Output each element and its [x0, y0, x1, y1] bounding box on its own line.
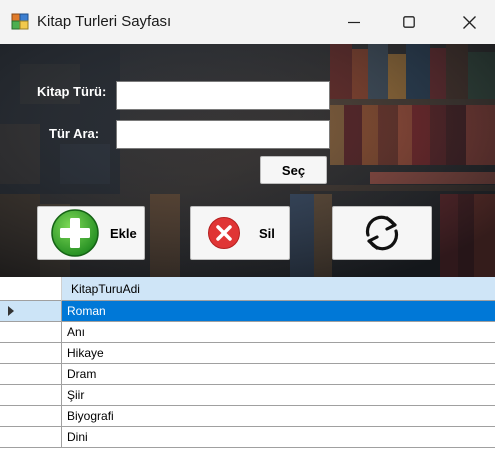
- column-header-kitapturuadi[interactable]: KitapTuruAdi: [62, 277, 495, 301]
- table-cell-kitapturuadi[interactable]: Dram: [62, 364, 495, 385]
- sil-button[interactable]: Sil: [190, 206, 290, 260]
- plus-circle-icon: [51, 209, 99, 257]
- current-row-arrow-icon: [8, 306, 14, 316]
- row-header[interactable]: [0, 406, 62, 427]
- table-cell-kitapturuadi[interactable]: Şiir: [62, 385, 495, 406]
- app-icon: [11, 13, 29, 30]
- table-row[interactable]: Dram: [0, 364, 495, 385]
- sec-button-label: Seç: [281, 162, 306, 178]
- table-cell-kitapturuadi[interactable]: Roman: [62, 301, 495, 322]
- kitap-turleri-grid[interactable]: KitapTuruAdi Roman Anı Hikaye Dram Şiir Biyog…: [0, 277, 495, 455]
- minimize-button[interactable]: [331, 0, 377, 44]
- table-row[interactable]: Şiir: [0, 385, 495, 406]
- main-window: Kitap Turleri Sayfası Kitap Türü: Tür Ar…: [0, 0, 495, 455]
- row-header[interactable]: [0, 343, 62, 364]
- table-cell-kitapturuadi[interactable]: Dini: [62, 427, 495, 448]
- window-title: Kitap Turleri Sayfası: [37, 13, 172, 30]
- title-bar: Kitap Turleri Sayfası: [0, 0, 495, 44]
- refresh-icon: [365, 215, 399, 251]
- table-row[interactable]: Anı: [0, 322, 495, 343]
- x-circle-icon: [208, 217, 240, 249]
- kitap-turu-input[interactable]: [116, 81, 330, 110]
- maximize-button[interactable]: [386, 0, 432, 44]
- tur-ara-label: Tür Ara:: [49, 126, 100, 141]
- minimize-icon: [348, 21, 360, 24]
- table-cell-kitapturuadi[interactable]: Anı: [62, 322, 495, 343]
- close-button[interactable]: [446, 0, 492, 44]
- form-panel: Kitap Türü: Tür Ara: Seç Ekle Sil: [0, 44, 495, 277]
- row-header[interactable]: [0, 301, 62, 322]
- sil-button-label: Sil: [259, 225, 275, 241]
- table-row[interactable]: Hikaye: [0, 343, 495, 364]
- grid-corner-header: [0, 277, 62, 301]
- table-cell-kitapturuadi[interactable]: Hikaye: [62, 343, 495, 364]
- refresh-button[interactable]: [332, 206, 432, 260]
- sec-button[interactable]: Seç: [260, 156, 327, 184]
- table-row[interactable]: Biyografi: [0, 406, 495, 427]
- tur-ara-input[interactable]: [116, 120, 330, 149]
- row-header[interactable]: [0, 364, 62, 385]
- row-header[interactable]: [0, 322, 62, 343]
- close-icon: [462, 15, 476, 29]
- row-header[interactable]: [0, 385, 62, 406]
- table-row[interactable]: Dini: [0, 427, 495, 448]
- table-cell-kitapturuadi[interactable]: Biyografi: [62, 406, 495, 427]
- table-row[interactable]: Roman: [0, 301, 495, 322]
- maximize-icon: [403, 16, 415, 28]
- ekle-button[interactable]: Ekle: [37, 206, 145, 260]
- grid-header: KitapTuruAdi: [0, 277, 495, 301]
- row-header[interactable]: [0, 427, 62, 448]
- ekle-button-label: Ekle: [110, 225, 137, 241]
- kitap-turu-label: Kitap Türü:: [37, 84, 107, 99]
